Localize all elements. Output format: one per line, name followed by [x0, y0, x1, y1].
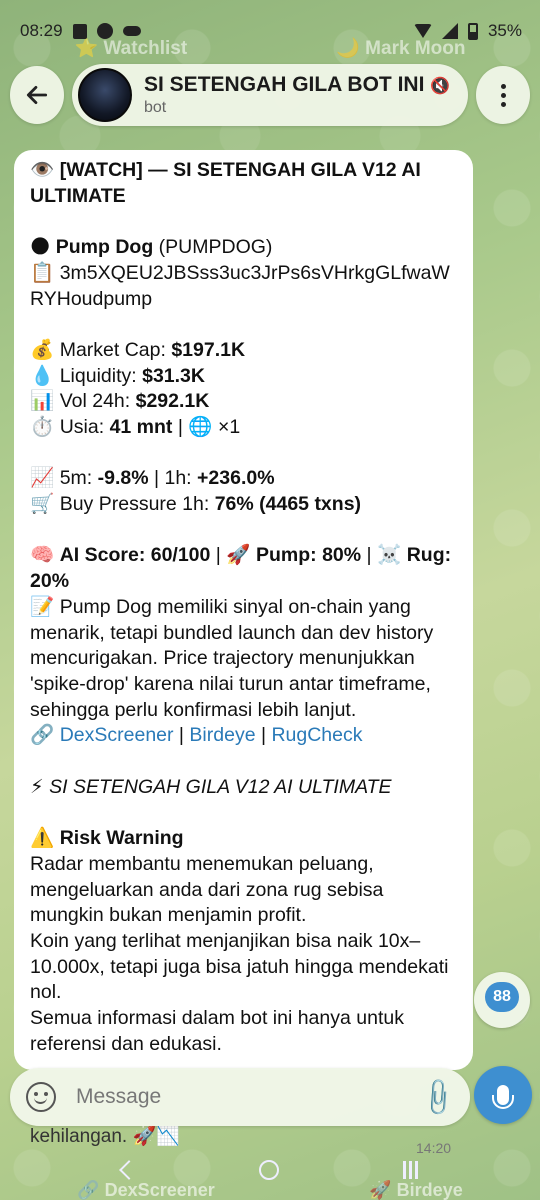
links-line: 🔗 DexScreener | Birdeye | RugCheck	[30, 724, 363, 747]
chat-info-button[interactable]: SI SETENGAH GILA BOT INI 🔇 bot	[72, 64, 468, 126]
message-bubble[interactable]: 👁️ [WATCH] — SI SETENGAH GILA V12 AI ULT…	[14, 150, 473, 1070]
signature-line: ⚡ SI SETENGAH GILA V12 AI ULTIMATE	[30, 775, 392, 798]
kebab-icon	[500, 83, 506, 107]
dexscreener-link[interactable]: DexScreener	[60, 724, 174, 746]
signal-icon	[441, 23, 458, 39]
token-symbol: (PUMPDOG)	[153, 236, 273, 259]
risk-text-1: Radar membantu menemukan peluang, mengel…	[30, 852, 384, 927]
buy-pressure-line: 🛒 Buy Pressure 1h: 76% (4465 txns)	[30, 493, 362, 516]
battery-percent: 35%	[487, 21, 522, 40]
arrow-left-icon	[26, 86, 48, 104]
chat-subtitle: bot	[144, 99, 167, 116]
risk-text-3: Semua informasi dalam bot ini hanya untu…	[30, 1007, 404, 1055]
nav-home-icon[interactable]	[259, 1160, 280, 1180]
back-button[interactable]	[10, 66, 64, 124]
age-line: ⏱️ Usia: 41 mnt | 🌐 ×1	[30, 416, 241, 438]
microphone-icon	[492, 1085, 514, 1109]
market-cap-line: 💰 Market Cap: $197.1K	[30, 338, 246, 361]
more-menu-button[interactable]	[476, 66, 530, 124]
emoji-icon[interactable]	[26, 1082, 56, 1112]
message-composer: 📎	[10, 1068, 470, 1126]
nav-back-icon[interactable]	[118, 1160, 139, 1180]
risk-title: ⚠️ Risk Warning	[30, 827, 184, 850]
ai-score-line: 🧠 AI Score: 60/100 | 🚀 Pump: 80% | ☠️ Ru…	[30, 544, 452, 593]
wifi-icon	[413, 24, 432, 38]
status-bar: 08:29 35%	[0, 0, 540, 62]
nav-recents-icon[interactable]	[403, 1161, 419, 1179]
cloud-icon	[122, 26, 141, 36]
watch-line: 👁️ [WATCH] — SI SETENGAH GILA V12 AI ULT…	[30, 159, 421, 207]
token-line: 🌑 Pump Dog (PUMPDOG)	[30, 236, 273, 259]
risk-text-2: Koin yang terlihat menjanjikan bisa naik…	[30, 930, 449, 1004]
contract-address[interactable]: 3m5XQEU2JBSss3uc3JrPs6sVHrkgGLfwaWRYHoud…	[30, 262, 450, 310]
system-nav-bar	[0, 1140, 540, 1200]
volume-line: 📊 Vol 24h: $292.1K	[30, 390, 210, 413]
notification-dot-icon	[96, 23, 113, 39]
token-name: Pump Dog	[55, 236, 154, 259]
mute-icon: 🔇	[430, 78, 451, 95]
change-line: 📈 5m: -9.8% | 1h: +236.0%	[30, 467, 275, 490]
contract-line[interactable]: 📋 3m5XQEU2JBSss3uc3JrPs6sVHrkgGLfwaWRYHo…	[30, 261, 457, 312]
liquidity-line: 💧 Liquidity: $31.3K	[30, 364, 205, 387]
paperclip-icon[interactable]: 📎	[415, 1075, 460, 1120]
chat-title: SI SETENGAH GILA BOT INI 🔇	[144, 73, 451, 96]
birdeye-link[interactable]: Birdeye	[189, 724, 255, 746]
clock: 08:29	[20, 21, 63, 40]
battery-icon	[467, 22, 478, 40]
shop-notification-icon	[72, 23, 87, 39]
chat-header: SI SETENGAH GILA BOT INI 🔇 bot	[10, 62, 530, 128]
voice-record-button[interactable]	[474, 1066, 532, 1124]
analysis-text: 📝 Pump Dog memiliki sinyal on-chain yang…	[30, 595, 434, 721]
unread-count-badge[interactable]: 88	[485, 982, 519, 1012]
avatar	[78, 68, 132, 122]
rugcheck-link[interactable]: RugCheck	[271, 724, 362, 746]
message-input[interactable]	[76, 1085, 422, 1109]
